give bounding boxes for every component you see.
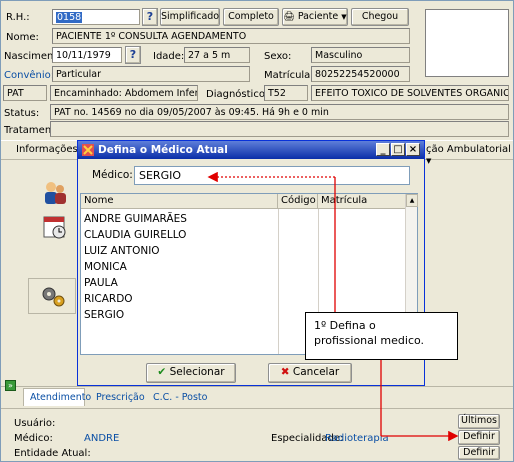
instruction-callout: 1º Defina o profissional medico. bbox=[305, 312, 458, 360]
callout-line-2: profissional medico. bbox=[314, 334, 425, 347]
callout-line-1: 1º Defina o bbox=[314, 319, 376, 332]
annotation-arrows bbox=[207, 171, 459, 442]
